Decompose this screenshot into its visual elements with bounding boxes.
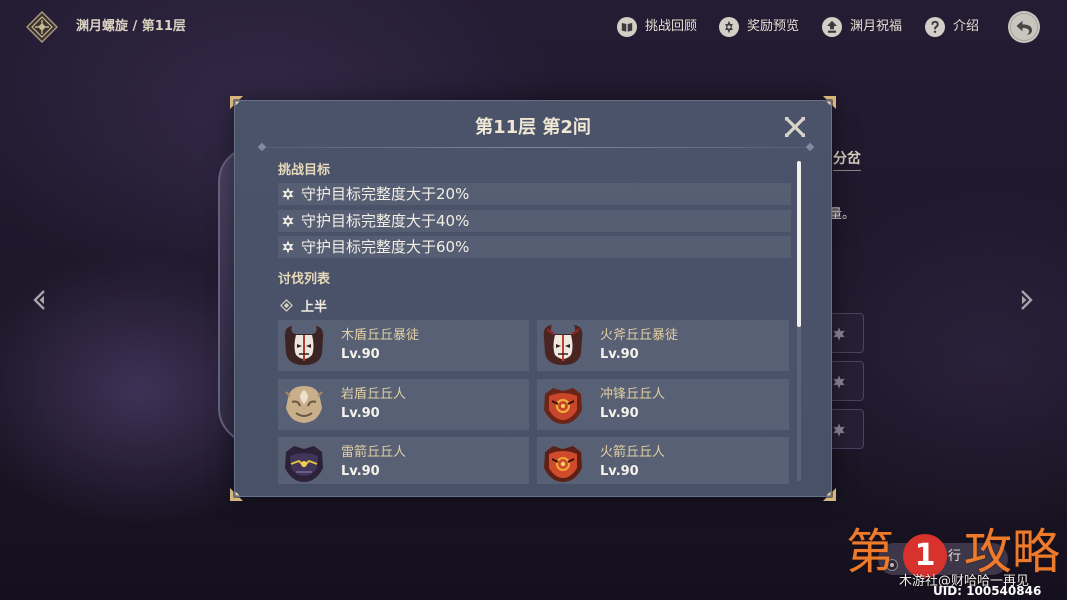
objective-row: 守护目标完整度大于40% [278,210,791,232]
corner-ornament-icon [230,96,243,109]
corner-ornament-icon [823,96,836,109]
player-uid: UID: 100540846 [933,584,1042,598]
enemy-card[interactable]: 木盾丘丘暴徒 Lv.90 [278,320,529,371]
enemy-card[interactable]: 火斧丘丘暴徒 Lv.90 [537,320,789,371]
star-icon [282,214,294,228]
breadcrumb: 渊月螺旋 / 第11层 [76,19,186,34]
abyss-blessing-label: 渊月祝福 [850,19,903,34]
corner-ornament-icon [230,488,243,501]
watermark-prefix: 第 [846,524,895,580]
spiral-abyss-emblem-icon [26,11,58,43]
objectives-heading: 挑战目标 [278,163,331,178]
enemy-level: Lv.90 [341,347,380,362]
enemy-name: 木盾丘丘暴徒 [341,328,420,343]
abyss-blessing-button[interactable]: 渊月祝福 [822,15,902,39]
dialog-scroll-content[interactable]: 挑战目标 守护目标完整度大于20% 守护目标完整度大于40% 守护目标完整度大于… [278,159,798,484]
enemy-level: Lv.90 [600,464,639,479]
enemy-card[interactable]: 岩盾丘丘人 Lv.90 [278,379,529,430]
wooden-shield-mitachurl-icon [284,326,324,365]
close-icon[interactable] [784,116,806,138]
hilichurl-fighter-icon [544,388,582,424]
reward-preview-label: 奖励预览 [747,19,800,34]
enemy-name: 岩盾丘丘人 [341,387,407,402]
corner-ornament-icon [823,488,836,501]
title-divider [257,142,815,152]
chevron-left-icon[interactable] [30,288,50,312]
first-half-text: 上半 [301,299,328,315]
branch-tab[interactable]: 分岔 [833,148,861,171]
chamber-detail-dialog: 第11层 第2间 挑战目标 守护目标完整度大于20% 守护目标完整度大于40% … [230,96,836,501]
enemy-level: Lv.90 [600,347,639,362]
reward-preview-button[interactable]: 奖励预览 [719,15,799,39]
first-half-label: 上半 [280,295,327,315]
enemy-name: 火斧丘丘暴徒 [600,328,679,343]
enemy-name: 雷箭丘丘人 [341,445,407,460]
question-icon [925,17,945,37]
enemy-name: 火箭丘丘人 [600,445,666,460]
dialog-scrollbar[interactable] [797,161,801,481]
challenge-review-label: 挑战回顾 [645,19,698,34]
introduction-button[interactable]: 介绍 [925,15,979,39]
spiral-abyss-screen: 渊月螺旋 / 第11层 挑战回顾 奖励预览 渊月祝福 介绍 分岔 量。 第11层… [0,0,1067,600]
objective-text: 守护目标完整度大于20% [301,185,470,203]
blessing-icon [822,17,842,37]
dialog-title: 第11层 第2间 [475,117,591,138]
book-icon [617,17,637,37]
start-challenge-label: 行 [948,549,962,564]
enemy-level: Lv.90 [341,406,380,421]
star-icon [833,375,845,389]
star-icon [833,423,845,437]
enemy-card[interactable]: 冲锋丘丘人 Lv.90 [537,379,789,430]
electro-hilichurl-shooter-icon [285,446,323,482]
enemy-card[interactable]: 雷箭丘丘人 Lv.90 [278,437,529,484]
blazing-axe-mitachurl-icon [543,325,583,365]
enemy-level: Lv.90 [341,464,380,479]
objective-row: 守护目标完整度大于60% [278,236,791,258]
diamond-icon [280,298,293,312]
enemy-name: 冲锋丘丘人 [600,387,666,402]
description-fragment: 量。 [829,207,856,222]
rock-shield-hilichurl-icon [285,386,323,423]
objective-text: 守护目标完整度大于40% [301,212,470,230]
enemy-card[interactable]: 火箭丘丘人 Lv.90 [537,437,789,484]
star-icon [282,187,294,201]
star-icon [282,240,294,254]
objective-text: 守护目标完整度大于60% [301,238,470,256]
star-icon [833,327,845,341]
back-arrow-icon[interactable] [1008,11,1040,43]
challenge-review-button[interactable]: 挑战回顾 [617,15,697,39]
pyro-hilichurl-shooter-icon [544,446,582,482]
star-badge-icon [719,17,739,37]
enemy-level: Lv.90 [600,406,639,421]
enemy-list-heading: 讨伐列表 [278,272,331,287]
objective-row: 守护目标完整度大于20% [278,183,791,205]
chevron-right-icon[interactable] [1016,288,1036,312]
introduction-label: 介绍 [953,19,980,34]
scrollbar-thumb[interactable] [797,161,801,327]
